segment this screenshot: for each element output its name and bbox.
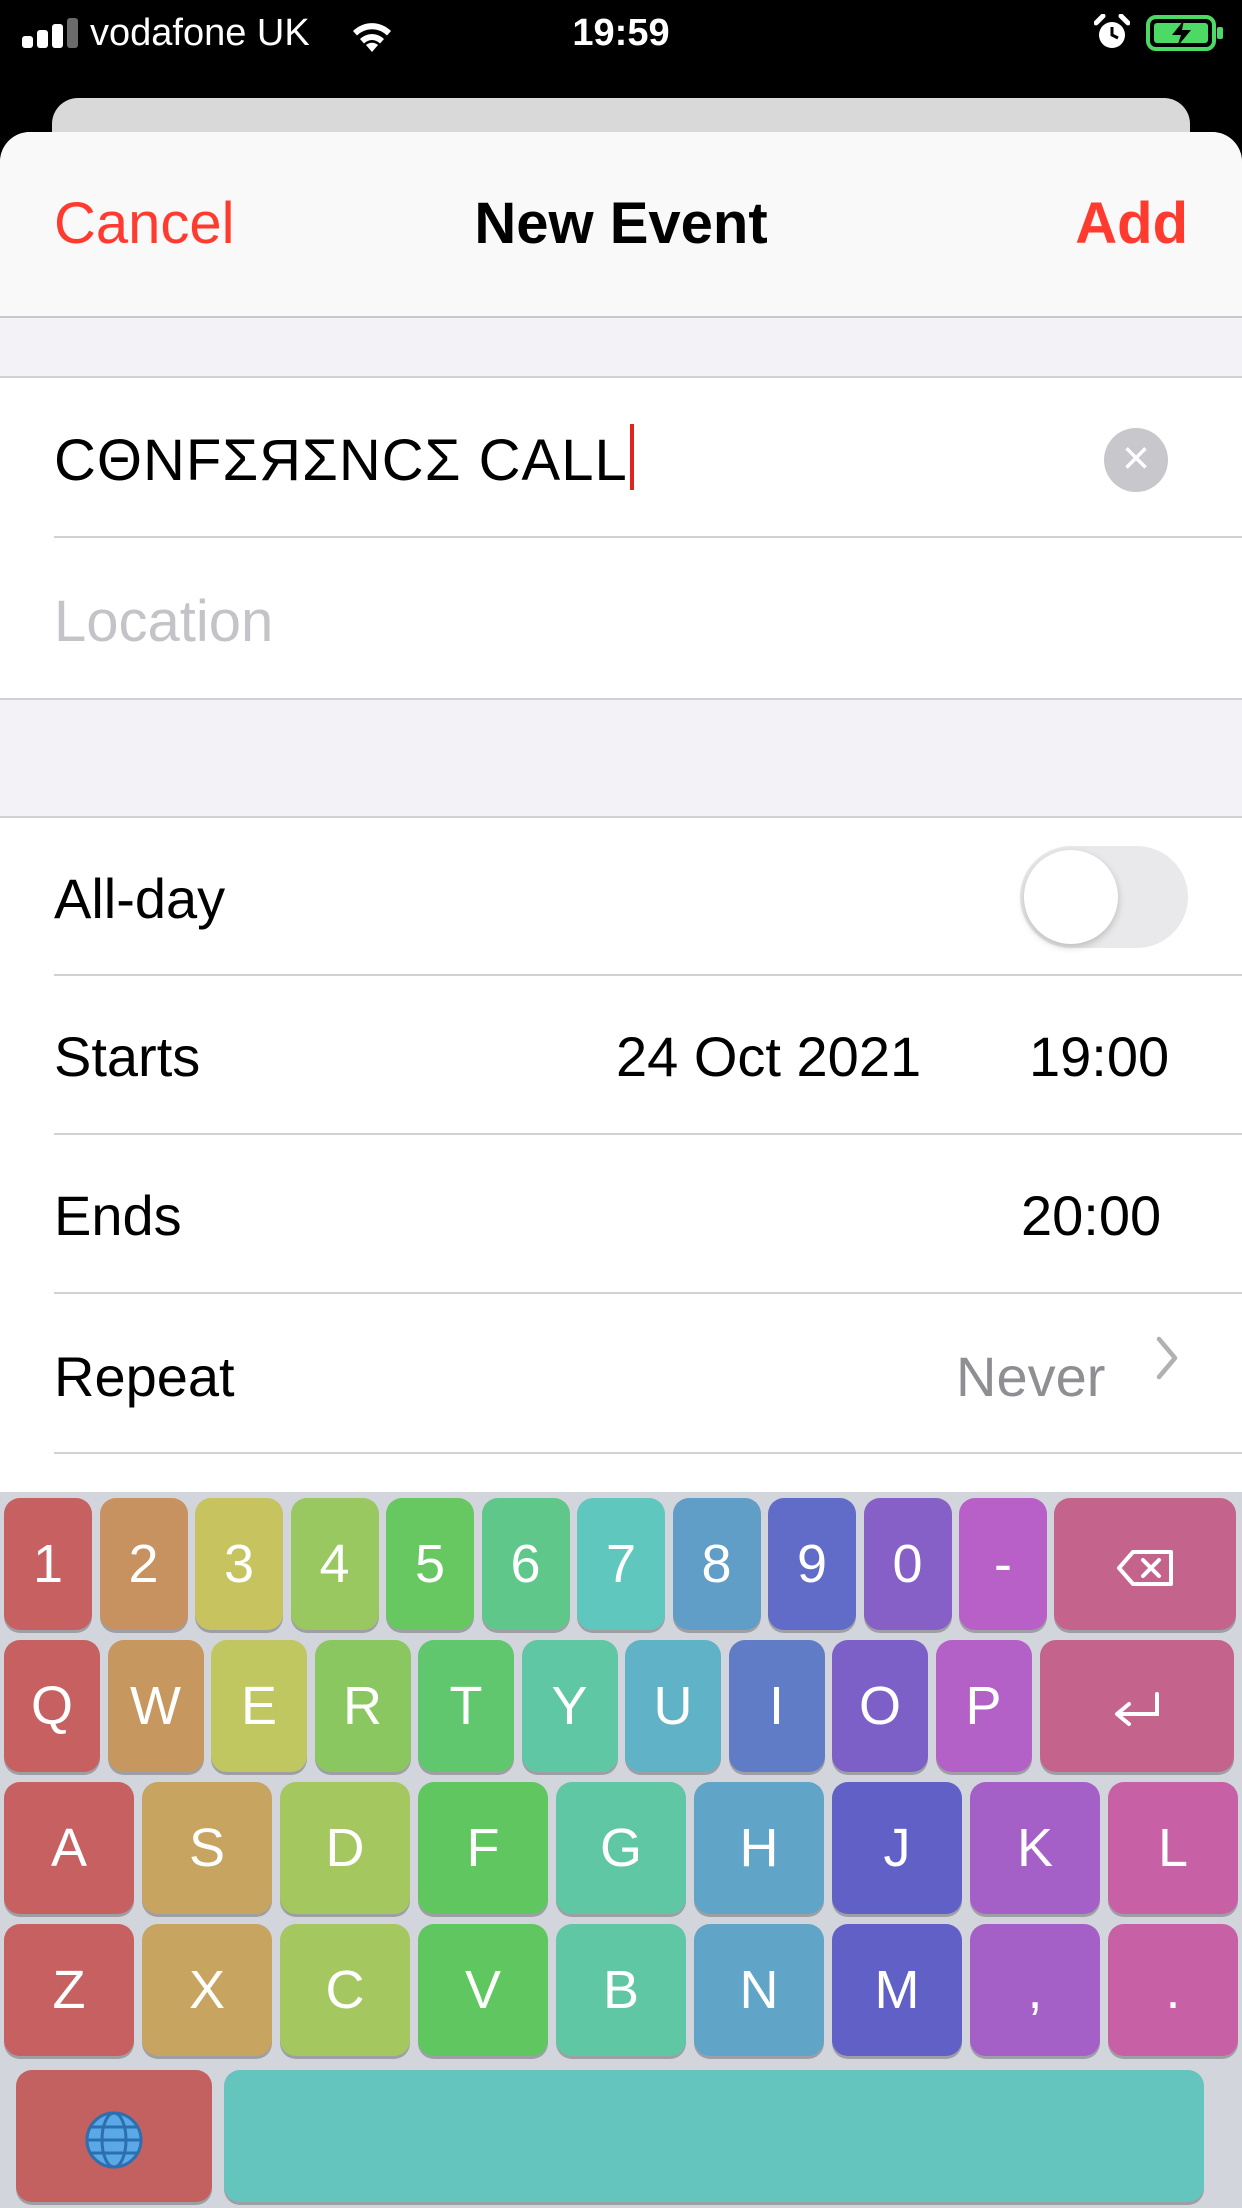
key-o[interactable]: O (832, 1640, 928, 1772)
key-u[interactable]: U (625, 1640, 721, 1772)
key-comma[interactable]: , (970, 1924, 1100, 2056)
keyboard: 1234567890- QWERTYUIOP ASDFGHJKL ZXCVBNM,. (0, 1492, 1242, 2208)
return-button[interactable] (1040, 1640, 1234, 1772)
key-s[interactable]: S (142, 1782, 272, 1914)
key-9[interactable]: 9 (768, 1498, 856, 1630)
status-bar: vodafone UK 19:59 (0, 0, 1242, 70)
title-row[interactable]: CΘNFΣЯΣNCΣ CΑLL × (0, 378, 1242, 538)
key-i[interactable]: I (728, 1640, 825, 1772)
location-field[interactable]: Location (54, 588, 273, 655)
key-2[interactable]: 2 (99, 1498, 188, 1630)
key-c[interactable]: C (280, 1924, 410, 2056)
ends-row[interactable]: Ends 20:00 (0, 1135, 1242, 1294)
key-w[interactable]: W (107, 1640, 204, 1772)
close-icon: × (1121, 432, 1151, 485)
title-field[interactable]: CΘNFΣЯΣNCΣ CΑLL (54, 424, 634, 494)
key-x[interactable]: X (142, 1924, 272, 2056)
key-q[interactable]: Q (4, 1640, 100, 1772)
key-f[interactable]: F (418, 1782, 548, 1914)
status-time: 19:59 (572, 12, 670, 54)
key-a[interactable]: A (4, 1782, 134, 1914)
key-j[interactable]: J (832, 1782, 962, 1914)
all-day-row: All-day (0, 818, 1242, 976)
key-r[interactable]: R (314, 1640, 411, 1772)
new-event-sheet: New Event Cancel Add CΘNFΣЯΣNCΣ CΑLL × L… (0, 132, 1242, 1492)
key-6[interactable]: 6 (481, 1498, 570, 1630)
starts-time[interactable]: 19:00 (1029, 1024, 1169, 1089)
key-5[interactable]: 5 (386, 1498, 474, 1630)
return-icon (1115, 1691, 1159, 1726)
chevron-right-icon (1156, 1336, 1178, 1380)
all-day-toggle[interactable] (1020, 846, 1188, 948)
key-y[interactable]: Y (521, 1640, 618, 1772)
location-row[interactable]: Location (0, 538, 1242, 698)
event-details-group: All-day Starts 24 Oct 2021 19:00 Ends 20… (0, 816, 1242, 1492)
add-button[interactable]: Add (1075, 190, 1188, 257)
text-caret (629, 424, 634, 490)
repeat-value: Never (956, 1345, 1106, 1408)
key-7[interactable]: 7 (577, 1498, 665, 1630)
key-k[interactable]: K (970, 1782, 1100, 1914)
ends-time[interactable]: 20:00 (1021, 1183, 1161, 1248)
delete-icon (1117, 1549, 1173, 1586)
key-b[interactable]: B (556, 1924, 686, 2056)
key-period[interactable]: . (1108, 1924, 1238, 2056)
key-3[interactable]: 3 (195, 1498, 283, 1630)
battery-charging-icon (1146, 15, 1223, 51)
key-v[interactable]: V (418, 1924, 548, 2056)
key-m[interactable]: M (832, 1924, 962, 2056)
toggle-knob (1024, 850, 1118, 944)
key-1[interactable]: 1 (4, 1498, 92, 1630)
key-l[interactable]: L (1108, 1782, 1238, 1914)
key-d[interactable]: D (280, 1782, 410, 1914)
repeat-label: Repeat (54, 1345, 235, 1408)
key-p[interactable]: P (935, 1640, 1032, 1772)
starts-date[interactable]: 24 Oct 2021 (616, 1024, 921, 1089)
key-4[interactable]: 4 (290, 1498, 379, 1630)
globe-icon (85, 2111, 143, 2169)
starts-label: Starts (54, 1025, 201, 1088)
globe-button[interactable] (16, 2070, 212, 2202)
navigation-bar: New Event Cancel Add (0, 132, 1242, 318)
key-h[interactable]: H (694, 1782, 824, 1914)
key-g[interactable]: G (556, 1782, 686, 1914)
delete-button[interactable] (1054, 1498, 1236, 1630)
ends-label: Ends (54, 1184, 182, 1247)
all-day-label: All-day (54, 867, 226, 930)
title-location-group: CΘNFΣЯΣNCΣ CΑLL × Location (0, 376, 1242, 700)
key-t[interactable]: T (418, 1640, 514, 1772)
title-value: CΘNFΣЯΣNCΣ CΑLL (54, 428, 628, 493)
key-0[interactable]: 0 (863, 1498, 952, 1630)
repeat-row[interactable]: Repeat Never (0, 1294, 1242, 1454)
key-z[interactable]: Z (4, 1924, 134, 2056)
clear-text-button[interactable]: × (1104, 428, 1168, 492)
key-minus[interactable]: - (959, 1498, 1047, 1630)
key-n[interactable]: N (694, 1924, 824, 2056)
key-8[interactable]: 8 (672, 1498, 761, 1630)
alarm-icon (1094, 14, 1130, 48)
key-e[interactable]: E (211, 1640, 307, 1772)
cancel-button[interactable]: Cancel (54, 190, 235, 257)
space-bar[interactable] (224, 2070, 1204, 2202)
starts-row[interactable]: Starts 24 Oct 2021 19:00 (0, 976, 1242, 1135)
